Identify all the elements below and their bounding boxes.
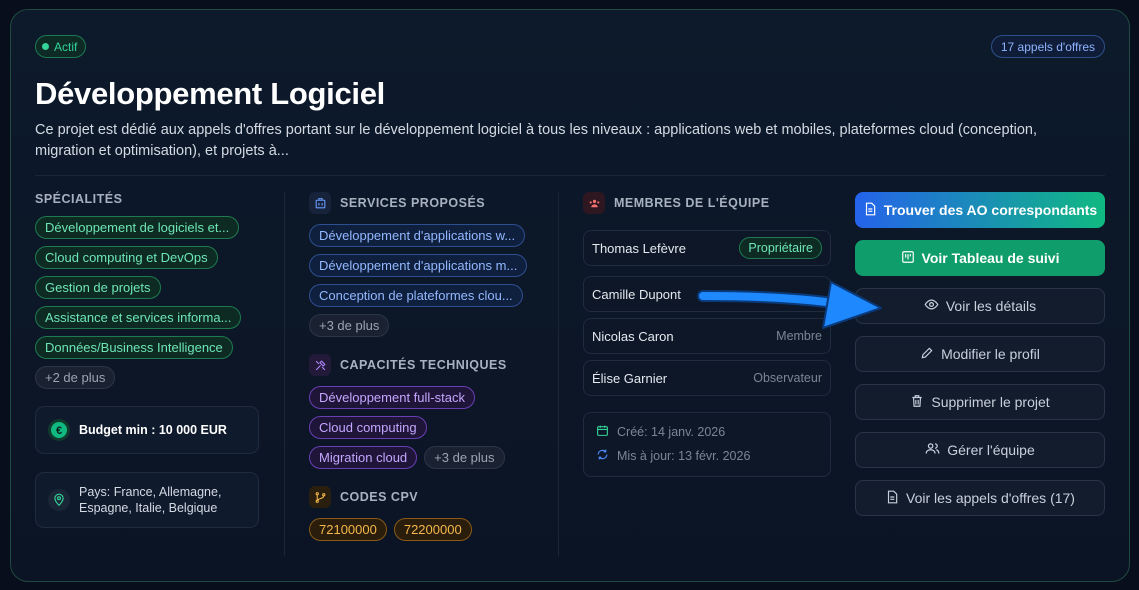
pencil-icon bbox=[920, 346, 934, 363]
services-more-chip[interactable]: +3 de plus bbox=[309, 314, 390, 337]
tender-count-badge: 17 appels d'offres bbox=[990, 35, 1105, 58]
users-icon bbox=[583, 192, 605, 214]
status-dot bbox=[42, 43, 49, 50]
svg-text:€: € bbox=[56, 425, 62, 437]
tools-icon bbox=[309, 354, 331, 376]
status-badge: Actif bbox=[35, 35, 87, 58]
cpv-chip: 72200000 bbox=[393, 518, 472, 541]
delete-project-button[interactable]: Supprimer le projet bbox=[855, 384, 1105, 420]
capacites-label: CAPACITÉS TECHNIQUES bbox=[309, 354, 507, 376]
specialite-chip: Assistance et services informa... bbox=[35, 306, 242, 329]
column-separator bbox=[558, 192, 559, 556]
project-card: Actif 17 appels d'offres Développement L… bbox=[10, 9, 1130, 582]
member-name: Camille Dupont bbox=[592, 286, 681, 302]
member-name: Élise Garnier bbox=[592, 370, 668, 386]
role-badge: Propriétaire bbox=[739, 237, 822, 259]
member-name: Thomas Lefèvre bbox=[592, 240, 686, 256]
capacite-chip: Cloud computing bbox=[309, 416, 427, 439]
git-branch-icon bbox=[309, 486, 331, 508]
view-tenders-button[interactable]: Voir les appels d'offres (17) bbox=[855, 480, 1105, 516]
users-icon bbox=[925, 441, 940, 459]
dates-card: Créé: 14 janv. 2026 Mis à jour: 13 févr.… bbox=[583, 412, 831, 477]
budget-text: Budget min : 10 000 EUR bbox=[79, 423, 227, 437]
kanban-icon bbox=[901, 250, 915, 267]
find-matching-tenders-button[interactable]: Trouver des AO correspondants bbox=[855, 192, 1105, 228]
eye-icon bbox=[924, 297, 939, 315]
divider bbox=[35, 175, 1105, 176]
column-separator bbox=[284, 192, 285, 556]
tracking-board-button[interactable]: Voir Tableau de suivi bbox=[855, 240, 1105, 276]
view-details-button[interactable]: Voir les détails bbox=[855, 288, 1105, 324]
specialite-chip: Données/Business Intelligence bbox=[35, 336, 233, 359]
project-description: Ce projet est dédié aux appels d'offres … bbox=[35, 122, 1037, 159]
member-role: Membre bbox=[776, 329, 822, 343]
refresh-icon bbox=[596, 448, 609, 464]
updated-date: Mis à jour: 13 févr. 2026 bbox=[617, 449, 751, 463]
document-icon bbox=[863, 202, 877, 219]
member-row: Élise Garnier Observateur bbox=[583, 360, 831, 396]
member-row: Camille Dupont bbox=[583, 276, 831, 312]
budget-card: € Budget min : 10 000 EUR bbox=[35, 406, 259, 454]
status-label: Actif bbox=[54, 39, 78, 54]
specialite-chip: Cloud computing et DevOps bbox=[35, 246, 218, 269]
capacite-chip: Développement full-stack bbox=[309, 386, 475, 409]
edit-profile-button[interactable]: Modifier le profil bbox=[855, 336, 1105, 372]
cpv-chip: 72100000 bbox=[309, 518, 387, 541]
member-row: Thomas Lefèvre Propriétaire bbox=[583, 230, 831, 266]
building-icon bbox=[309, 192, 331, 214]
member-role: Observateur bbox=[753, 371, 822, 385]
trash-icon bbox=[910, 394, 924, 411]
service-chip: Conception de plateformes clou... bbox=[309, 284, 523, 307]
member-row: Nicolas Caron Membre bbox=[583, 318, 831, 354]
cpv-label: CODES CPV bbox=[309, 486, 418, 508]
capacites-more-chip[interactable]: +3 de plus bbox=[424, 446, 505, 469]
cpv-list: 72100000 72200000 bbox=[309, 518, 472, 541]
location-pin-icon bbox=[48, 489, 70, 511]
service-chip: Développement d'applications w... bbox=[309, 224, 526, 247]
pays-text: Pays: France, Allemagne, Espagne, Italie… bbox=[79, 485, 222, 515]
specialites-label: SPÉCIALITÉS bbox=[35, 192, 123, 206]
specialite-chip: Développement de logiciels et... bbox=[35, 216, 240, 239]
project-title: Développement Logiciel bbox=[35, 76, 385, 111]
specialites-more-chip[interactable]: +2 de plus bbox=[35, 366, 116, 389]
euro-icon: € bbox=[48, 419, 70, 441]
capacites-list: Développement full-stack Cloud computing… bbox=[309, 386, 505, 469]
pays-card: Pays: France, Allemagne, Espagne, Italie… bbox=[35, 472, 259, 528]
created-date: Créé: 14 janv. 2026 bbox=[617, 425, 726, 439]
specialite-chip: Gestion de projets bbox=[35, 276, 161, 299]
services-list: Développement d'applications w... Dévelo… bbox=[309, 224, 528, 337]
member-name: Nicolas Caron bbox=[592, 328, 674, 344]
service-chip: Développement d'applications m... bbox=[309, 254, 528, 277]
manage-team-button[interactable]: Gérer l'équipe bbox=[855, 432, 1105, 468]
file-text-icon bbox=[885, 490, 899, 507]
services-label: SERVICES PROPOSÉS bbox=[309, 192, 485, 214]
specialites-list: Développement de logiciels et... Cloud c… bbox=[35, 216, 242, 389]
capacite-chip: Migration cloud bbox=[309, 446, 418, 469]
equipe-label: MEMBRES DE L'ÉQUIPE bbox=[583, 192, 770, 214]
calendar-icon bbox=[596, 424, 609, 440]
